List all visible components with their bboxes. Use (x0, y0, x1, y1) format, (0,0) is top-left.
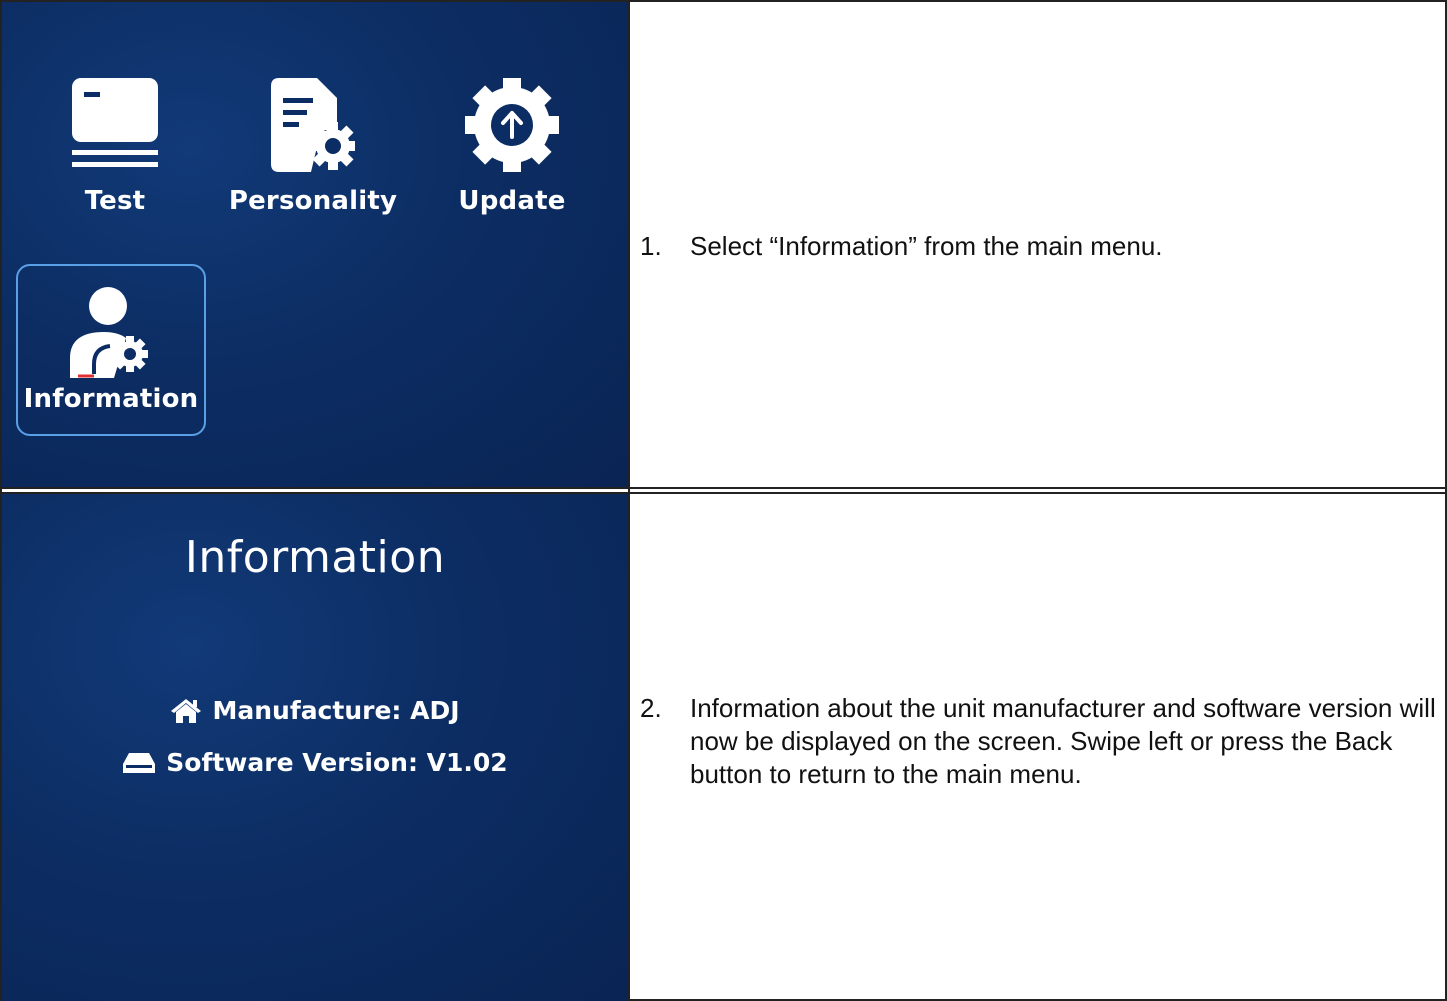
test-card-icon (72, 78, 158, 167)
step-number: 1. (640, 231, 662, 261)
row-divider (0, 487, 1447, 494)
step-2: 2. Information about the unit manufactur… (640, 692, 1440, 791)
menu-item-information[interactable]: Information (16, 264, 206, 436)
menu-item-test[interactable]: Test (60, 78, 170, 216)
software-version-row: Software Version: V1.02 (2, 748, 628, 777)
step-text: Information about the unit manufacturer … (690, 693, 1436, 789)
software-version-text: Software Version: V1.02 (166, 748, 508, 777)
page-title: Information (184, 532, 446, 583)
step-number: 2. (640, 693, 662, 723)
manufacture-text: Manufacture: ADJ (212, 696, 460, 725)
step-text: Select “Information” from the main menu. (690, 231, 1163, 261)
home-icon (171, 698, 202, 723)
main-menu-screen: Test Personality Update Information (2, 2, 628, 487)
step-1: 1. Select “Information” from the main me… (640, 230, 1440, 263)
menu-item-label: Information (23, 384, 199, 414)
menu-item-label: Test (84, 186, 146, 216)
menu-item-update[interactable]: Update (452, 78, 572, 216)
manufacture-row: Manufacture: ADJ (2, 696, 628, 725)
personality-gear-icon (271, 78, 355, 172)
update-arrow-icon (465, 78, 559, 172)
column-divider (628, 0, 630, 1001)
information-screen: Information Manufacture: ADJ Software Ve… (2, 494, 628, 1001)
menu-item-label: Personality (228, 186, 398, 216)
menu-item-personality[interactable]: Personality (228, 78, 398, 216)
information-user-gear-icon (70, 287, 148, 378)
menu-item-label: Update (458, 186, 566, 216)
hard-drive-icon (123, 752, 156, 773)
